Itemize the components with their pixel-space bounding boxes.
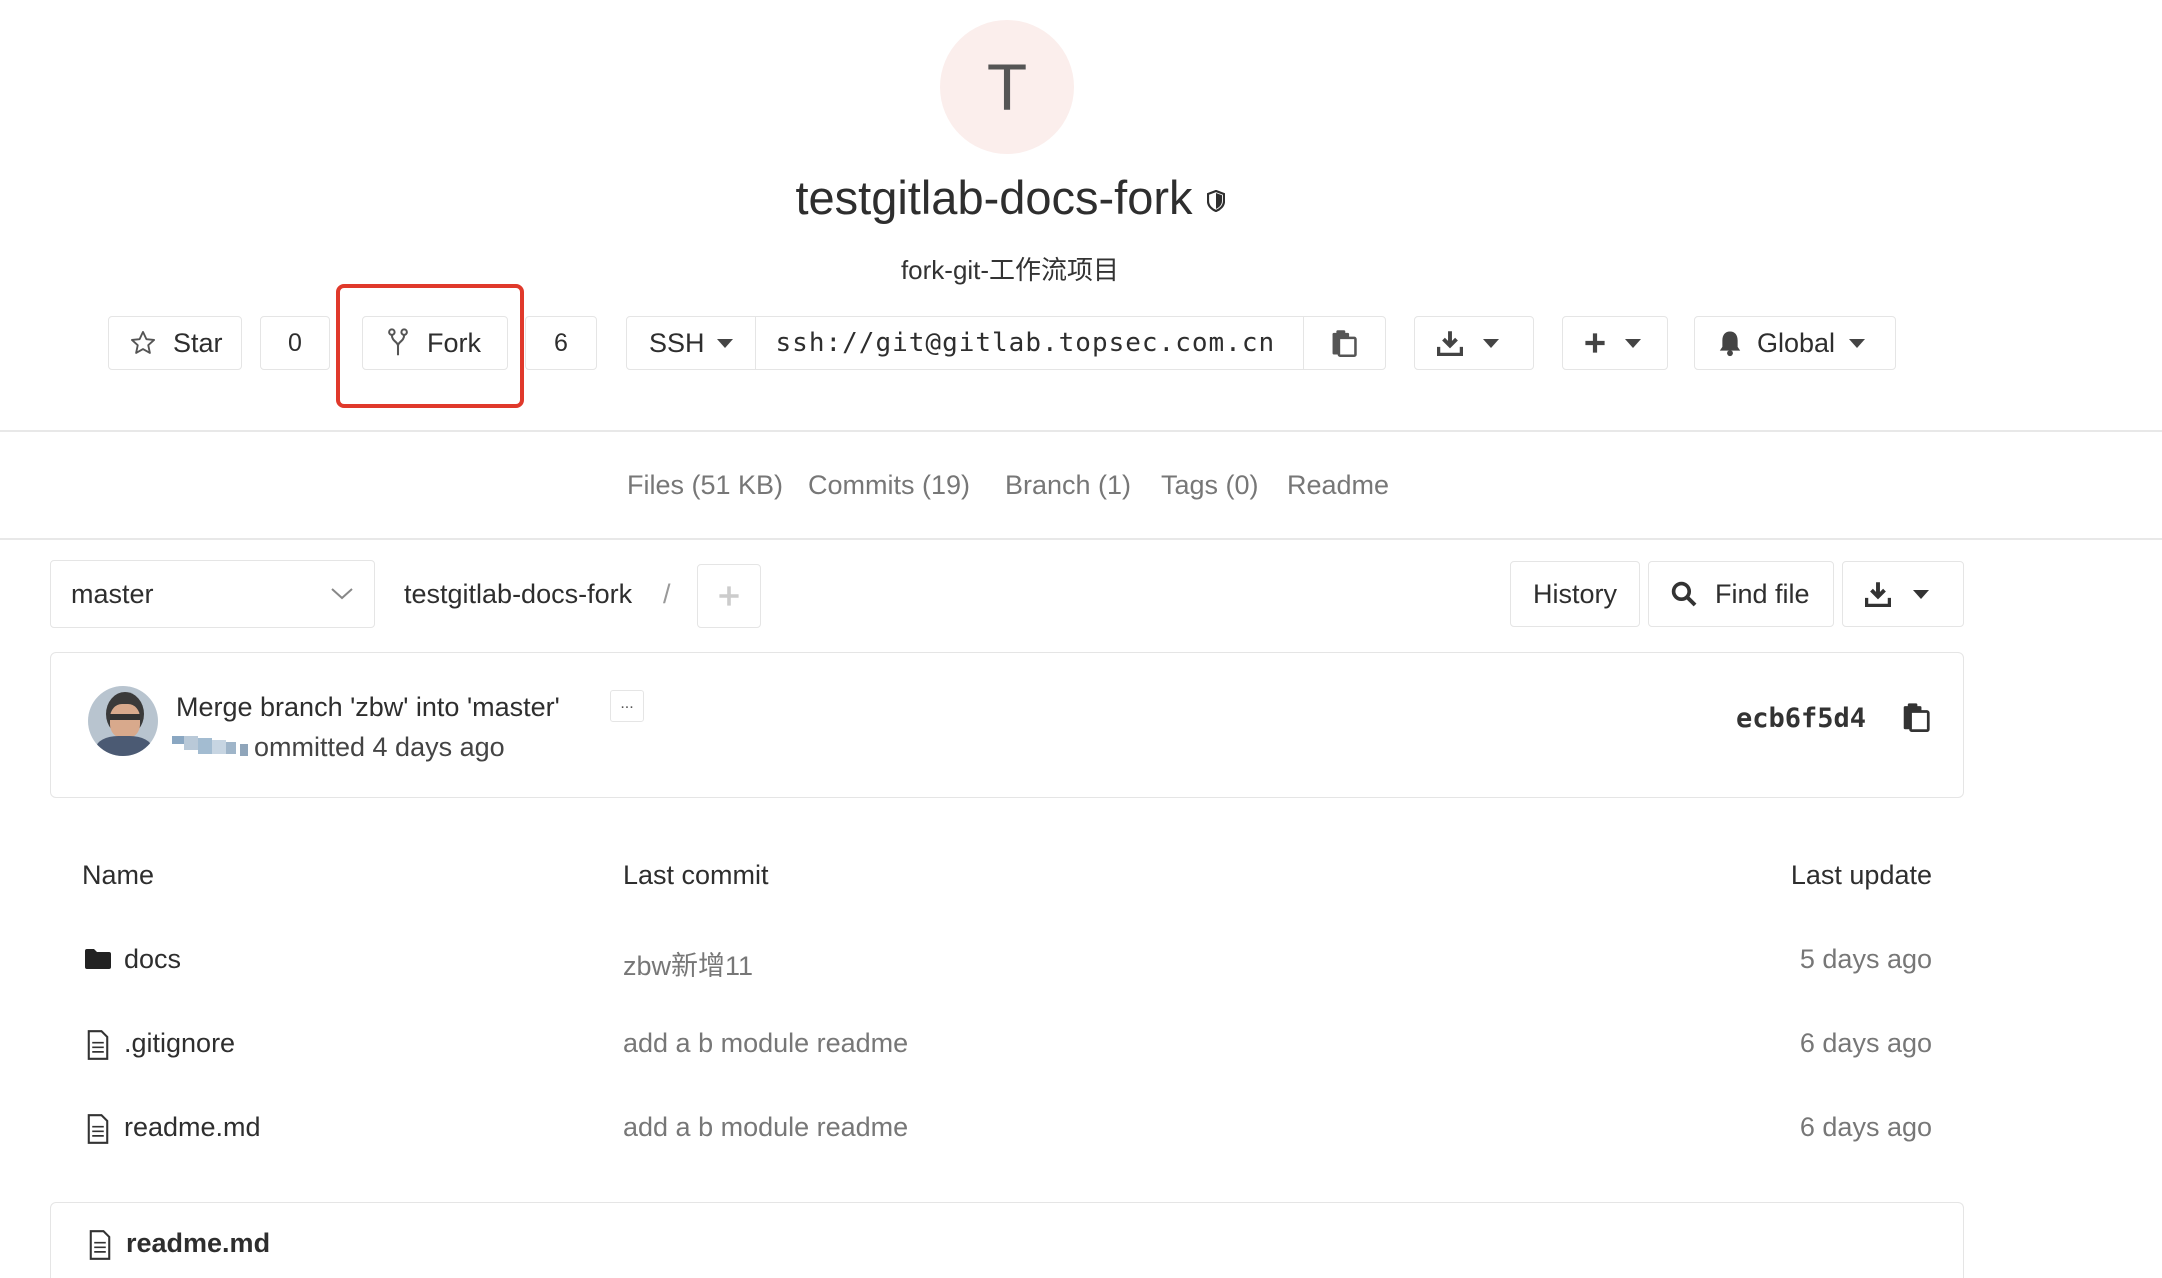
divider [0, 538, 2162, 540]
file-last-commit[interactable]: add a b module readme [623, 1112, 908, 1143]
chevron-down-icon [1913, 589, 1929, 599]
column-header-last-update: Last update [1790, 860, 1932, 890]
branch-select-value: master [71, 578, 154, 609]
chevron-down-icon [1849, 338, 1866, 348]
nav-readme[interactable]: Readme [1287, 470, 1389, 501]
breadcrumb-project[interactable]: testgitlab-docs-fork [404, 579, 632, 610]
history-button[interactable]: History [1510, 561, 1640, 627]
clone-group: SSH ssh://git@gitlab.topsec.com.cn [626, 316, 1386, 370]
search-icon [1671, 581, 1697, 607]
file-name[interactable]: docs [124, 944, 181, 975]
plus-icon [719, 586, 739, 606]
project-avatar: T [940, 20, 1074, 154]
chevron-down-icon [1625, 338, 1641, 348]
file-name[interactable]: readme.md [124, 1112, 261, 1143]
clone-url-text: ssh://git@gitlab.topsec.com.cn [775, 328, 1276, 358]
readme-panel [50, 1202, 1964, 1278]
shield-icon [1206, 190, 1225, 212]
file-last-update: 6 days ago [1799, 1028, 1932, 1058]
file-last-commit[interactable]: add a b module readme [623, 1028, 908, 1059]
readme-filename[interactable]: readme.md [126, 1228, 270, 1259]
protocol-dropdown[interactable]: SSH [627, 317, 756, 369]
divider [0, 430, 2162, 432]
commit-meta: ommitted 4 days ago [254, 732, 505, 762]
avatar [88, 686, 158, 756]
notification-dropdown[interactable]: Global [1694, 316, 1896, 370]
download-icon [1865, 582, 1891, 607]
column-header-last-commit: Last commit [623, 860, 769, 890]
file-last-update: 6 days ago [1799, 1112, 1932, 1142]
protocol-label: SSH [649, 327, 705, 358]
download-dropdown[interactable] [1414, 316, 1534, 370]
folder-icon [85, 949, 111, 969]
star-count[interactable]: 0 [260, 316, 330, 370]
project-avatar-letter: T [986, 50, 1028, 124]
download-icon [1437, 331, 1463, 356]
last-commit-card [50, 652, 1964, 798]
clone-url-field[interactable]: ssh://git@gitlab.topsec.com.cn [756, 317, 1304, 369]
fork-count[interactable]: 6 [525, 316, 597, 370]
bell-icon [1719, 331, 1741, 357]
add-to-tree-button[interactable] [697, 564, 761, 628]
notification-label: Global [1757, 327, 1836, 358]
find-file-button[interactable]: Find file [1648, 561, 1834, 627]
star-count-value: 0 [288, 328, 302, 357]
file-name[interactable]: .gitignore [124, 1028, 235, 1059]
commit-expand-button[interactable]: ... [610, 690, 644, 722]
plus-icon [1585, 333, 1605, 353]
commit-sha[interactable]: ecb6f5d4 [1736, 703, 1866, 734]
star-icon [130, 330, 156, 354]
nav-tags[interactable]: Tags (0) [1161, 470, 1259, 501]
project-title: testgitlab-docs-fork [0, 170, 2020, 225]
copy-url-button[interactable] [1304, 317, 1385, 369]
copy-sha-icon[interactable] [1902, 702, 1930, 732]
nav-commits[interactable]: Commits (19) [808, 470, 970, 501]
tree-download-dropdown[interactable] [1842, 561, 1964, 627]
chevron-down-icon [1483, 338, 1499, 348]
file-last-update: 5 days ago [1799, 944, 1932, 974]
fork-count-value: 6 [554, 328, 568, 357]
file-icon [87, 1114, 109, 1144]
file-icon [87, 1030, 109, 1060]
commit-expand-label: ... [620, 695, 634, 712]
nav-branch[interactable]: Branch (1) [1005, 470, 1131, 501]
project-name: testgitlab-docs-fork [795, 171, 1193, 224]
history-label: History [1532, 578, 1617, 609]
branch-select[interactable]: master [50, 560, 375, 628]
column-header-name: Name [82, 860, 155, 890]
project-description: fork-git-工作流项目 [900, 255, 1120, 285]
commit-title[interactable]: Merge branch 'zbw' into 'master' [176, 692, 560, 723]
find-file-label: Find file [1715, 578, 1810, 609]
breadcrumb-separator: / [663, 579, 671, 609]
fork-highlight-box [336, 284, 524, 408]
star-label: Star [173, 327, 223, 358]
star-button[interactable]: Star [108, 316, 242, 370]
clipboard-icon [1332, 330, 1357, 357]
chevron-down-icon [331, 588, 353, 600]
author-name-redacted [172, 736, 254, 758]
file-icon [89, 1230, 111, 1260]
chevron-down-icon [716, 338, 733, 348]
file-last-commit[interactable]: zbw新增11 [623, 944, 753, 983]
new-item-dropdown[interactable] [1562, 316, 1668, 370]
nav-files[interactable]: Files (51 KB) [627, 470, 783, 501]
